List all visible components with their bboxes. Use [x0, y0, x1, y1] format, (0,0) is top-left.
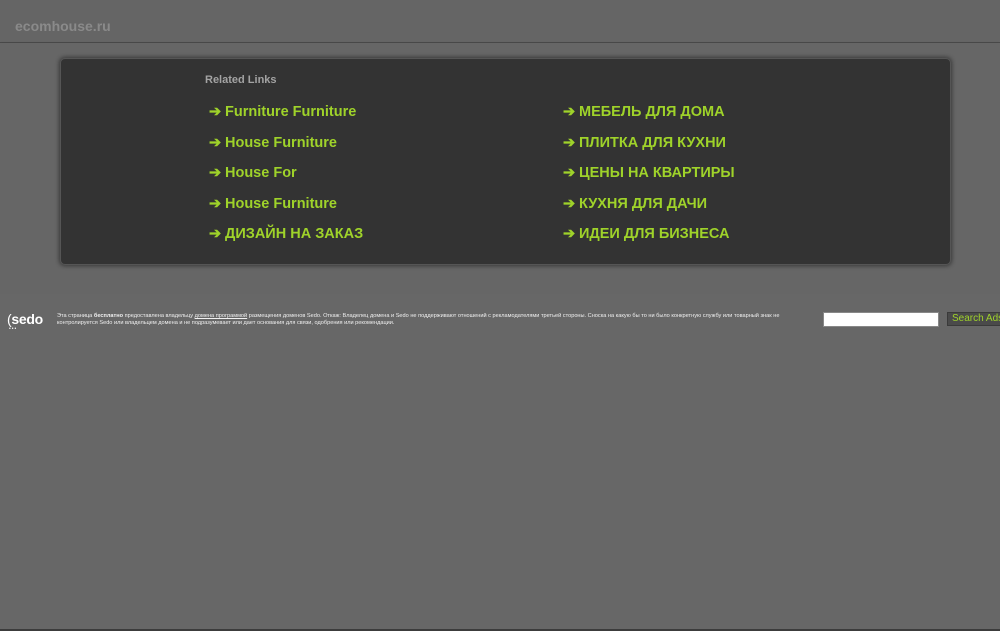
sedo-logo[interactable]: (sedo — [7, 311, 43, 327]
related-link-label: House Furniture — [225, 134, 337, 151]
related-link[interactable]: ➔ ЦЕНЫ НА КВАРТИРЫ — [563, 164, 735, 195]
domain-title[interactable]: ecomhouse.ru — [15, 18, 111, 34]
related-link[interactable]: ➔ ПЛИТКА ДЛЯ КУХНИ — [563, 134, 735, 165]
domain-program-link[interactable]: домена программой — [195, 313, 248, 319]
arrow-right-icon: ➔ — [563, 195, 576, 212]
related-link-label: House Furniture — [225, 195, 337, 212]
arrow-right-icon: ➔ — [209, 195, 222, 212]
arrow-right-icon: ➔ — [209, 134, 222, 151]
search-ads-input[interactable] — [823, 312, 939, 327]
related-link[interactable]: ➔ МЕБЕЛЬ ДЛЯ ДОМА — [563, 103, 735, 134]
related-links-title: Related Links — [205, 74, 277, 86]
sedo-footer: (sedo ••• Эта страница бесплатно предост… — [0, 294, 1000, 334]
related-link-label: ИДЕИ ДЛЯ БИЗНЕСА — [579, 226, 730, 243]
related-link-label: ДИЗАЙН НА ЗАКАЗ — [225, 226, 364, 243]
related-links-panel: Related Links ➔ Furniture Furniture ➔ Hous… — [60, 58, 951, 265]
arrow-right-icon: ➔ — [209, 104, 222, 120]
related-link-label: КУХНЯ ДЛЯ ДАЧИ — [579, 195, 708, 212]
related-link[interactable]: ➔ ДИЗАЙН НА ЗАКАЗ — [209, 225, 363, 256]
related-link[interactable]: ➔ House Furniture — [209, 134, 363, 165]
header-bar: ecomhouse.ru — [0, 0, 1000, 43]
related-link[interactable]: ➔ House For — [209, 164, 363, 195]
related-link[interactable]: ➔ House Furniture — [209, 195, 363, 226]
disclaimer-text: Эта страница бесплатно предоставлена вла… — [57, 313, 780, 327]
related-links-left-column: ➔ Furniture Furniture ➔ House Furniture ➔ H… — [209, 103, 363, 256]
arrow-right-icon: ➔ — [209, 226, 222, 243]
arrow-right-icon: ➔ — [563, 226, 576, 243]
related-links-right-column: ➔ МЕБЕЛЬ ДЛЯ ДОМА ➔ ПЛИТКА ДЛЯ КУХНИ ➔ ЦЕНЫ… — [563, 103, 735, 256]
related-link-label: House For — [225, 165, 297, 182]
related-link-label: Furniture Furniture — [225, 104, 357, 120]
logo-dots-icon: ••• — [9, 326, 18, 332]
search-ads-button[interactable]: Search Ads — [947, 312, 1000, 326]
related-link[interactable]: ➔ КУХНЯ ДЛЯ ДАЧИ — [563, 195, 735, 226]
related-link-label: ПЛИТКА ДЛЯ КУХНИ — [579, 134, 726, 151]
related-link[interactable]: ➔ ИДЕИ ДЛЯ БИЗНЕСА — [563, 225, 735, 256]
related-link-label: ЦЕНЫ НА КВАРТИРЫ — [579, 165, 735, 182]
arrow-right-icon: ➔ — [563, 104, 576, 120]
arrow-right-icon: ➔ — [563, 165, 576, 182]
related-link[interactable]: ➔ Furniture Furniture — [209, 103, 363, 134]
arrow-right-icon: ➔ — [209, 165, 222, 182]
arrow-right-icon: ➔ — [563, 134, 576, 151]
related-link-label: МЕБЕЛЬ ДЛЯ ДОМА — [579, 104, 725, 120]
